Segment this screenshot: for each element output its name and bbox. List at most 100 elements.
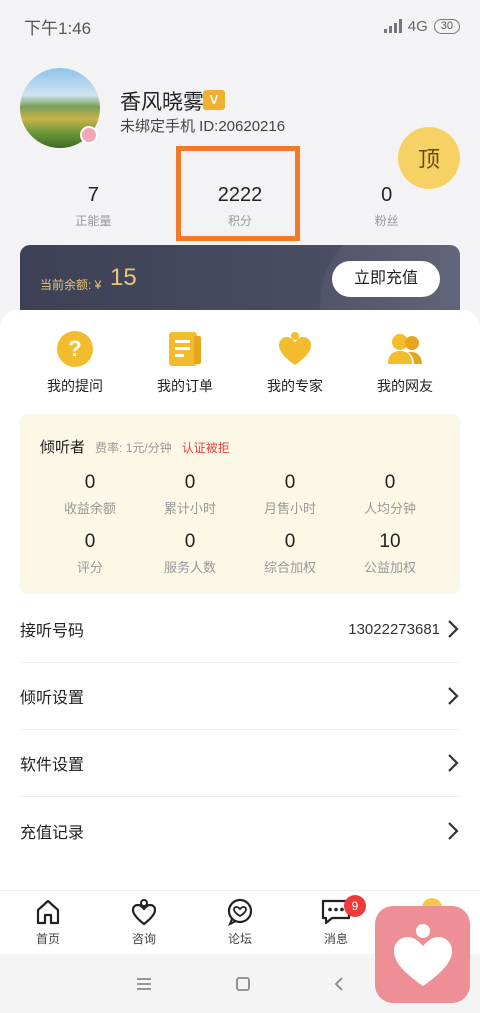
menu-icon[interactable] [134, 976, 154, 992]
tab-label: 消息 [323, 932, 348, 946]
menu-right [446, 753, 460, 773]
menu-label: 软件设置 [20, 757, 85, 774]
listener-stats: 0 收益余额 0 累计小时 0 月售小时 0 人均分钟 0 评分 0 服务人数 0 综合加权 … [40, 472, 440, 576]
listener-stat: 10 公益加权 [340, 531, 440, 576]
stat-label: 正能量 [75, 214, 112, 228]
status-icons: 4G 30 [383, 17, 460, 35]
menu-value: 13022273681 [348, 620, 440, 638]
listener-stat-value: 0 [384, 472, 396, 493]
highlight-box [176, 146, 300, 241]
status-bar: 下午1:46 4G 30 [0, 0, 480, 52]
listener-panel: 倾听者 费率: 1元/分钟 认证被拒 0 收益余额 0 累计小时 0 月售小时 0 人均… [20, 414, 460, 594]
tab-home[interactable]: 首页 [0, 891, 96, 954]
stat-value: 7 [87, 184, 99, 206]
listener-stat-value: 0 [284, 531, 296, 552]
heart-person-icon [393, 923, 452, 986]
back-icon[interactable] [332, 975, 346, 993]
stat-value: 0 [381, 184, 393, 206]
quick-my-orders[interactable]: 我的订单 [130, 330, 240, 400]
listener-stat-label: 人均分钟 [363, 501, 416, 516]
avatar-badge-icon [80, 126, 98, 144]
signal-icon [383, 19, 402, 33]
home-square-icon[interactable] [234, 975, 252, 993]
listener-title: 倾听者 [40, 439, 86, 456]
quick-label: 我的专家 [267, 378, 323, 394]
listener-stat-label: 公益加权 [363, 560, 416, 575]
stat-energy[interactable]: 7 正能量 [20, 184, 167, 230]
question-icon: ? [56, 330, 94, 368]
recharge-button[interactable]: 立即充值 [332, 261, 440, 297]
stat-fans[interactable]: 0 粉丝 [313, 184, 460, 230]
quick-label: 我的提问 [47, 378, 103, 394]
listener-stat: 0 服务人数 [140, 531, 240, 576]
user-id-line: 未绑定手机 ID:20620216 [120, 118, 286, 135]
listener-rate: 费率: 1元/分钟 [95, 441, 172, 455]
status-time: 下午1:46 [24, 18, 92, 38]
vip-badge-icon: V [203, 90, 225, 110]
listener-stat-value: 0 [84, 472, 96, 493]
settings-menu: 接听号码 13022273681 倾听设置 软件设置 充值记录 [20, 596, 460, 864]
main-card: ? 我的提问 我的订单 我的专家 我的网友 倾听者 费率: 1元/分钟 认证被拒… [0, 310, 480, 890]
menu-app-settings[interactable]: 软件设置 [20, 730, 460, 797]
listener-stat-label: 累计小时 [163, 501, 216, 516]
listener-header: 倾听者 费率: 1元/分钟 认证被拒 [40, 436, 230, 457]
balance-label: 当前余额: ¥ [40, 278, 102, 292]
menu-label: 充值记录 [20, 824, 85, 842]
menu-right [446, 686, 460, 706]
listener-stat: 0 收益余额 [40, 472, 140, 517]
listener-stat-value: 10 [379, 531, 401, 552]
profile-header: 香风晓雾 V 未绑定手机 ID:20620216 [20, 66, 460, 156]
listener-stat-value: 0 [284, 472, 296, 493]
listener-stat-value: 0 [84, 531, 96, 552]
top-button[interactable]: 顶 [398, 127, 460, 189]
listener-stat-label: 服务人数 [163, 560, 216, 575]
listener-stat-value: 0 [184, 531, 196, 552]
chevron-right-icon [448, 687, 459, 705]
chevron-right-icon [448, 821, 459, 840]
tab-forum[interactable]: 论坛 [192, 891, 288, 954]
tab-consult[interactable]: 咨询 [96, 891, 192, 954]
friends-icon [386, 330, 424, 368]
menu-label: 倾听设置 [20, 690, 85, 707]
menu-label: 接听号码 [20, 623, 85, 640]
menu-listen-settings[interactable]: 倾听设置 [20, 663, 460, 730]
listener-stat: 0 综合加权 [240, 531, 340, 576]
listener-stat-value: 0 [184, 472, 196, 493]
network-label: 4G [407, 17, 428, 35]
quick-my-questions[interactable]: ? 我的提问 [20, 330, 130, 400]
menu-answer-number[interactable]: 接听号码 13022273681 [20, 596, 460, 663]
tab-label: 首页 [35, 932, 60, 946]
listener-stat-label: 评分 [76, 560, 103, 575]
consult-icon [131, 899, 157, 926]
listener-status[interactable]: 认证被拒 [182, 439, 230, 456]
user-name: 香风晓雾 [120, 91, 204, 114]
quick-label: 我的网友 [377, 378, 433, 394]
chevron-right-icon [448, 620, 459, 638]
listener-stat: 0 人均分钟 [340, 472, 440, 517]
floating-app-icon[interactable] [375, 906, 470, 1003]
tab-label: 论坛 [227, 932, 252, 946]
svg-text:?: ? [68, 336, 81, 361]
quick-my-friends[interactable]: 我的网友 [350, 330, 460, 400]
order-icon [166, 330, 204, 368]
menu-right [446, 821, 460, 841]
balance-value: 15 [110, 264, 137, 291]
unread-badge: 9 [344, 895, 366, 917]
listener-stat-label: 月售小时 [263, 501, 316, 516]
listener-stat: 0 累计小时 [140, 472, 240, 517]
menu-right: 13022273681 [348, 619, 460, 639]
chevron-right-icon [448, 754, 459, 772]
listener-stat: 0 评分 [40, 531, 140, 576]
quick-label: 我的订单 [157, 378, 213, 394]
quick-my-experts[interactable]: 我的专家 [240, 330, 350, 400]
listener-stat-label: 综合加权 [263, 560, 316, 575]
expert-heart-icon [276, 330, 314, 368]
tab-label: 咨询 [131, 932, 156, 946]
tab-messages[interactable]: 消息 9 [288, 891, 384, 954]
forum-icon [227, 898, 253, 926]
listener-stat-label: 收益余额 [63, 501, 116, 516]
listener-stat: 0 月售小时 [240, 472, 340, 517]
home-icon [36, 899, 60, 925]
menu-recharge-records[interactable]: 充值记录 [20, 797, 460, 864]
battery-icon: 30 [433, 18, 460, 34]
